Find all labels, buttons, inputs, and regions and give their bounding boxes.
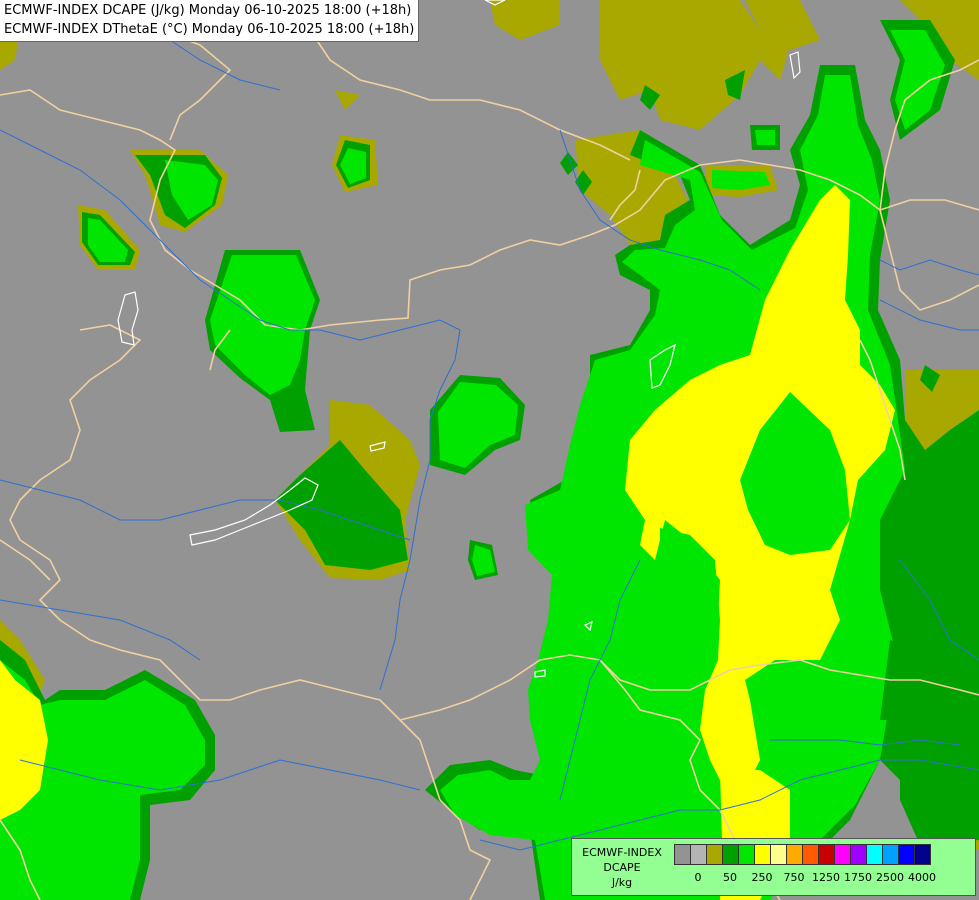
legend-swatch (690, 844, 707, 865)
legend-title-model: ECMWF-INDEX (582, 846, 662, 859)
legend-tick-label: 1750 (844, 871, 872, 884)
legend-swatch (786, 844, 803, 865)
color-legend: ECMWF-INDEX DCAPE J/kg 0 50 250 750 1250 1750… (571, 838, 976, 896)
map-title-dcape: ECMWF-INDEX DCAPE (J/kg) Monday 06-10-20… (4, 3, 412, 18)
dcape-map (0, 0, 979, 900)
legend-swatch (834, 844, 851, 865)
legend-ticks: 0 50 250 750 1250 1750 2500 4000 (674, 871, 974, 887)
legend-tick-label: 1250 (812, 871, 840, 884)
legend-swatch (722, 844, 739, 865)
legend-swatch (914, 844, 931, 865)
legend-swatch (866, 844, 883, 865)
legend-unit: J/kg (611, 876, 633, 889)
legend-tick-label: 250 (751, 871, 773, 884)
legend-swatch (706, 844, 723, 865)
legend-swatch (882, 844, 899, 865)
legend-swatch (754, 844, 771, 865)
legend-swatches (674, 844, 931, 865)
legend-tick-label: 0 (694, 871, 702, 884)
legend-title: ECMWF-INDEX DCAPE J/kg (576, 845, 668, 890)
legend-title-parameter: DCAPE (603, 861, 641, 874)
legend-tick-label: 750 (783, 871, 805, 884)
legend-tick-label: 4000 (908, 871, 936, 884)
legend-tick-label: 2500 (876, 871, 904, 884)
legend-tick-label: 50 (723, 871, 737, 884)
legend-swatch (898, 844, 915, 865)
map-title-dthetae: ECMWF-INDEX DThetaE (°C) Monday 06-10-20… (4, 22, 415, 37)
legend-swatch (738, 844, 755, 865)
legend-swatch (770, 844, 787, 865)
legend-swatch (818, 844, 835, 865)
legend-swatch (674, 844, 691, 865)
map-title-box: ECMWF-INDEX DCAPE (J/kg) Monday 06-10-20… (0, 0, 420, 42)
legend-swatch (850, 844, 867, 865)
legend-swatch (802, 844, 819, 865)
